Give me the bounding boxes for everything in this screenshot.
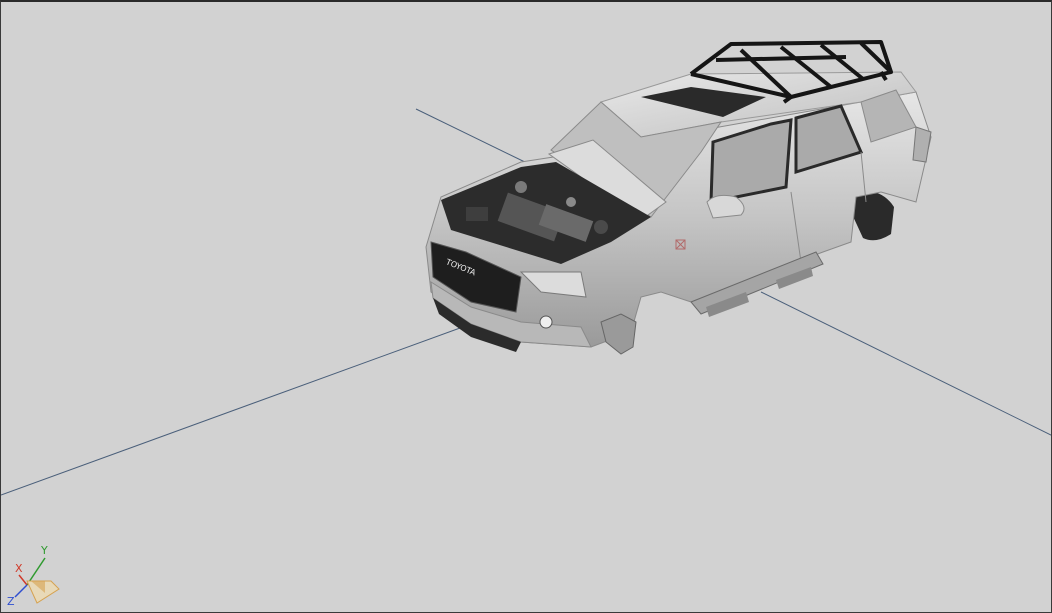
tail-light <box>912 126 932 163</box>
scene-canvas[interactable]: TOYOTA <box>1 2 1052 613</box>
rear-tire <box>851 191 894 241</box>
suv-model[interactable]: TOYOTA <box>425 40 932 355</box>
fog-light <box>539 315 553 329</box>
y-axis-label: Y <box>40 544 48 557</box>
axis-gizmo: Y X Z <box>7 544 60 608</box>
x-axis-label: X <box>15 562 23 575</box>
grid-axis-line <box>760 291 1051 436</box>
side-mirror <box>706 194 745 219</box>
x-axis-line <box>18 574 28 586</box>
z-axis-label: Z <box>7 595 15 608</box>
z-axis-line <box>14 584 28 598</box>
grid-axis-line <box>415 108 530 165</box>
front-suspension <box>600 313 637 355</box>
grid-axis-line <box>1 323 472 496</box>
3d-viewport[interactable]: TOYOTA Y X Z <box>0 0 1052 613</box>
